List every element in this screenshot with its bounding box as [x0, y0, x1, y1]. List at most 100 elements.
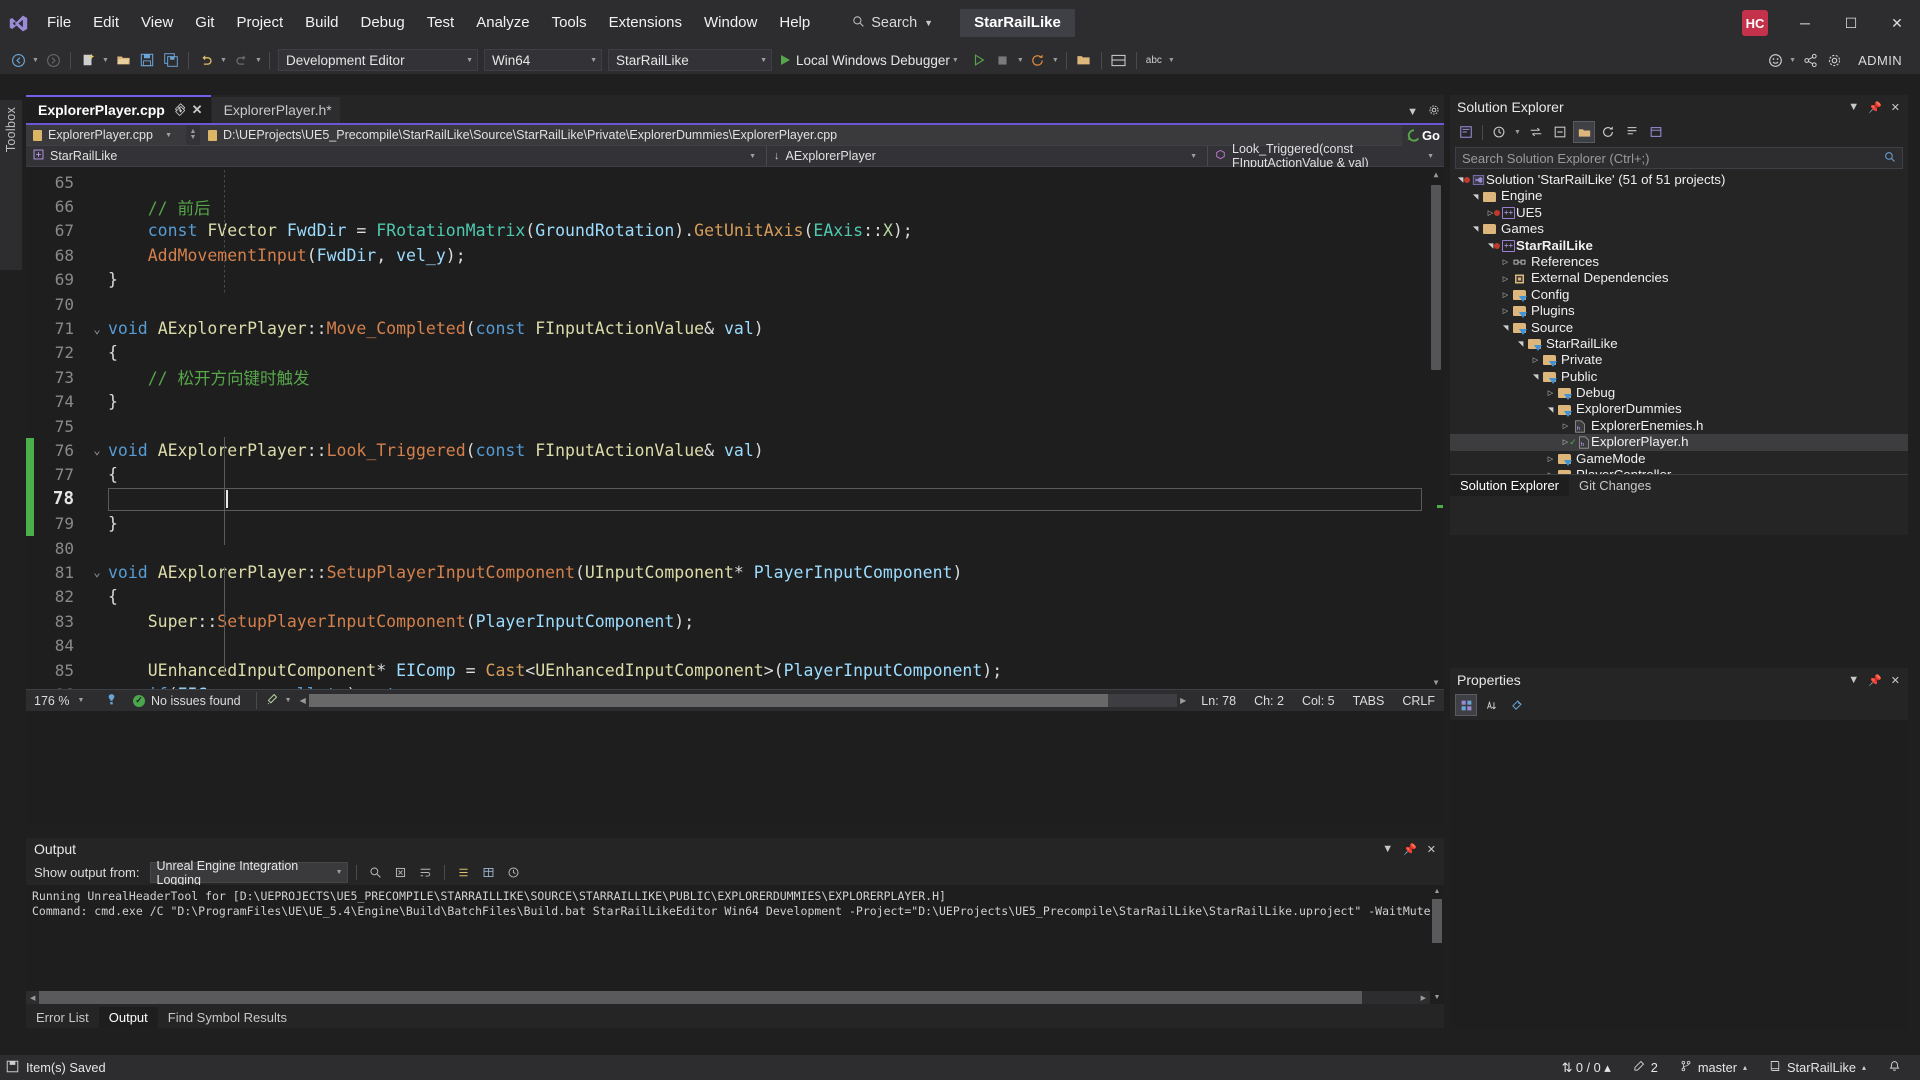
tree-node[interactable]: ◢ ++ StarRailLike: [1450, 238, 1908, 254]
startup-project-combo[interactable]: StarRailLike ▼: [608, 49, 772, 71]
collapse-arrow-icon[interactable]: ⌄: [86, 322, 108, 336]
pin-icon[interactable]: 📌: [1868, 101, 1882, 114]
panel-menu-caret-icon[interactable]: ▼: [1848, 674, 1859, 686]
hscroll-thumb[interactable]: [39, 991, 1362, 1004]
start-without-debugging-icon[interactable]: [967, 48, 991, 72]
categorized-icon[interactable]: [1455, 694, 1477, 716]
tab-explorerplayer-h[interactable]: ExplorerPlayer.h*: [211, 97, 340, 123]
source-control-sync[interactable]: ⇅ 0 / 0 ▴: [1551, 1055, 1622, 1080]
menu-test[interactable]: Test: [416, 0, 466, 46]
file-dropdown[interactable]: ExplorerPlayer.cpp ▼: [26, 125, 186, 145]
scroll-up-arrow-icon[interactable]: ▲: [1428, 167, 1444, 181]
tree-node[interactable]: ◢ ExplorerDummies: [1450, 401, 1908, 417]
find-icon[interactable]: [365, 862, 386, 883]
clock-icon[interactable]: [503, 862, 524, 883]
tab-git-changes[interactable]: Git Changes: [1569, 475, 1661, 496]
code-line[interactable]: 72 {: [26, 341, 1444, 365]
new-item-caret-icon[interactable]: ▼: [100, 57, 111, 64]
menu-tools[interactable]: Tools: [541, 0, 598, 46]
collapsed-arrow-icon[interactable]: ▷: [1544, 389, 1557, 397]
expanded-arrow-icon[interactable]: ◢: [1472, 223, 1480, 236]
menu-view[interactable]: View: [130, 0, 184, 46]
tree-node[interactable]: ▷ Private: [1450, 352, 1908, 368]
scroll-down-arrow-icon[interactable]: ▼: [1430, 991, 1444, 1004]
feedback-smiley-icon[interactable]: [1763, 48, 1787, 72]
pending-changes-count[interactable]: 2: [1622, 1055, 1669, 1080]
expanded-arrow-icon[interactable]: ◢: [1547, 403, 1555, 416]
properties-icon[interactable]: [1621, 121, 1643, 143]
properties-grid[interactable]: [1450, 720, 1908, 1030]
pending-changes-icon[interactable]: [1488, 121, 1510, 143]
code-line[interactable]: 75: [26, 414, 1444, 438]
home-icon[interactable]: [1645, 121, 1667, 143]
editor-horizontal-scrollbar[interactable]: ◀ ▶: [294, 694, 1193, 707]
collapse-all-icon[interactable]: [1549, 121, 1571, 143]
close-icon[interactable]: ✕: [1891, 101, 1900, 114]
back-dropdown-caret-icon[interactable]: ▼: [30, 57, 41, 64]
folder-icon[interactable]: [1072, 48, 1096, 72]
collapsed-arrow-icon[interactable]: ▷: [1499, 307, 1512, 315]
menu-help[interactable]: Help: [768, 0, 821, 46]
menu-build[interactable]: Build: [294, 0, 349, 46]
menu-git[interactable]: Git: [184, 0, 225, 46]
code-line[interactable]: 73 // 松开方向键时触发: [26, 365, 1444, 389]
redo-caret-icon[interactable]: ▼: [253, 57, 264, 64]
build-configuration-combo[interactable]: Development Editor ▼: [278, 49, 478, 71]
code-line[interactable]: 71 ⌄ void AExplorerPlayer::Move_Completed(…: [26, 316, 1444, 340]
scrollbar-thumb[interactable]: [1431, 185, 1441, 370]
refresh-icon[interactable]: [1597, 121, 1619, 143]
tree-node[interactable]: ◢ StarRailLike: [1450, 336, 1908, 352]
code-line[interactable]: 82 {: [26, 585, 1444, 609]
code-line[interactable]: 79}: [26, 511, 1444, 536]
code-line[interactable]: 65: [26, 170, 1444, 194]
stop-caret-icon[interactable]: ▼: [1015, 57, 1026, 64]
tree-node[interactable]: ◢ Solution 'StarRailLike' (51 of 51 proje…: [1450, 172, 1908, 188]
hscroll-track[interactable]: [308, 694, 1178, 707]
code-line[interactable]: 74}: [26, 390, 1444, 414]
magnifier-icon[interactable]: [1884, 151, 1896, 166]
code-editor[interactable]: 65 66 // 前后 67 const FVector FwdDir = FRot…: [26, 167, 1444, 689]
code-line[interactable]: 85 UEnhancedInputComponent* EIComp = Cas…: [26, 658, 1444, 682]
share-icon[interactable]: [1798, 48, 1822, 72]
save-all-icon[interactable]: [159, 48, 183, 72]
collapsed-arrow-icon[interactable]: ▷: [1499, 291, 1512, 299]
tree-node[interactable]: ▷ References: [1450, 254, 1908, 270]
code-line[interactable]: 67 const FVector FwdDir = FRotationMatri…: [26, 219, 1444, 243]
tree-node[interactable]: ▷ GameMode: [1450, 451, 1908, 467]
tree-node[interactable]: ▷ External Dependencies: [1450, 270, 1908, 286]
scrollbar-thumb[interactable]: [1432, 899, 1442, 943]
platform-combo[interactable]: Win64 ▼: [484, 49, 602, 71]
nav-class-dropdown[interactable]: ↓ AExplorerPlayer ▼: [767, 146, 1207, 166]
output-source-combo[interactable]: Unreal Engine Integration Logging ▼: [149, 859, 348, 887]
pending-changes-caret-icon[interactable]: ▼: [1512, 129, 1523, 136]
tree-node[interactable]: ◢ Engine: [1450, 188, 1908, 204]
menu-project[interactable]: Project: [225, 0, 294, 46]
hot-reload-icon[interactable]: [1026, 48, 1050, 72]
hscroll-thumb[interactable]: [308, 694, 1108, 707]
code-line[interactable]: 84: [26, 633, 1444, 657]
show-all-files-icon[interactable]: [1573, 121, 1595, 143]
new-item-icon[interactable]: [76, 48, 100, 72]
tab-find-symbol-results[interactable]: Find Symbol Results: [158, 1007, 297, 1028]
tab-error-list[interactable]: Error List: [26, 1007, 99, 1028]
output-horizontal-scrollbar[interactable]: ◀ ▶: [26, 991, 1430, 1004]
navigate-forward-icon[interactable]: [41, 48, 65, 72]
nav-member-dropdown[interactable]: Look_Triggered(const FInputActionValue &…: [1208, 142, 1444, 170]
search-solution-explorer-input[interactable]: Search Solution Explorer (Ctrl+;): [1455, 147, 1903, 169]
open-file-icon[interactable]: [111, 48, 135, 72]
chevron-down-icon[interactable]: ▼: [1407, 106, 1418, 118]
stop-icon[interactable]: [991, 48, 1015, 72]
avatar[interactable]: HC: [1742, 10, 1768, 36]
menu-extensions[interactable]: Extensions: [598, 0, 693, 46]
alphabetical-icon[interactable]: [1480, 694, 1502, 716]
list-icon[interactable]: [453, 862, 474, 883]
expanded-arrow-icon[interactable]: ◢: [1472, 190, 1480, 203]
sync-icon[interactable]: [1525, 121, 1547, 143]
collapsed-arrow-icon[interactable]: ▷: [1544, 471, 1557, 474]
split-view-handle[interactable]: ▲ ▼: [186, 125, 200, 145]
solution-tree[interactable]: ◢ Solution 'StarRailLike' (51 of 51 proje…: [1450, 172, 1908, 474]
tree-node[interactable]: ▷ PlayerController: [1450, 467, 1908, 474]
chevron-down-icon[interactable]: ▼: [950, 57, 961, 64]
save-icon[interactable]: [135, 48, 159, 72]
menu-analyze[interactable]: Analyze: [465, 0, 540, 46]
